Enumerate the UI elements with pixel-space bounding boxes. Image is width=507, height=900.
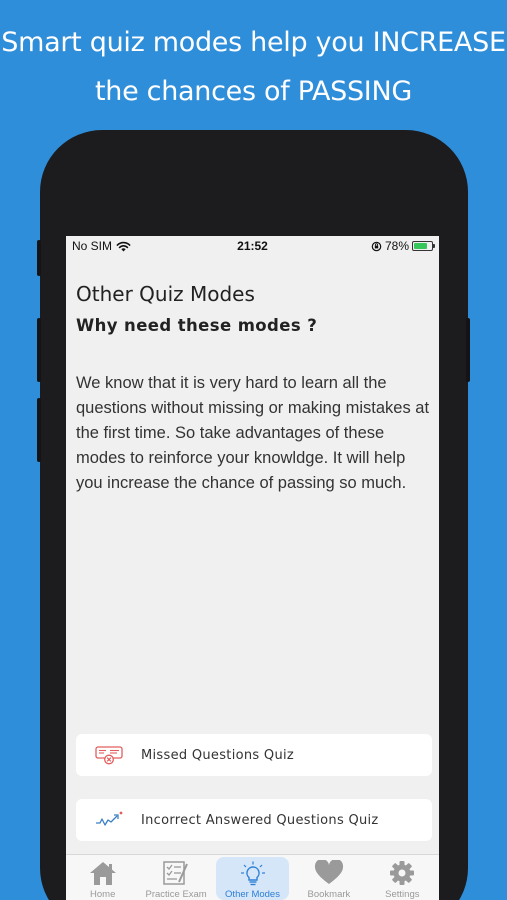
tab-other-modes[interactable]: Other Modes	[215, 857, 290, 900]
heart-icon	[314, 859, 344, 887]
exam-icon	[161, 859, 191, 887]
phone-volume-up-button	[37, 318, 41, 382]
headline-line-2: the chances of PASSING	[94, 76, 412, 107]
tab-home[interactable]: Home	[66, 855, 139, 900]
orientation-lock-icon	[371, 241, 382, 251]
tab-practice-exam[interactable]: Practice Exam	[139, 855, 212, 900]
bottom-tab-bar: Home Practice Exam Other Modes Bookmark …	[66, 854, 439, 900]
home-icon	[88, 859, 118, 887]
tab-settings-label: Settings	[385, 889, 420, 900]
gear-icon	[387, 859, 417, 887]
phone-mute-switch	[37, 240, 41, 276]
tab-other-modes-label: Other Modes	[225, 889, 280, 900]
battery-level-fill	[414, 243, 428, 249]
tab-practice-exam-label: Practice Exam	[145, 889, 207, 900]
tab-bookmark[interactable]: Bookmark	[292, 855, 365, 900]
app-screen: No SIM 21:52 78% Other Quiz Modes Why ne…	[66, 236, 439, 900]
page-description: We know that it is very hard to learn al…	[76, 374, 430, 492]
phone-volume-down-button	[37, 398, 41, 462]
tab-home-label: Home	[90, 889, 116, 900]
incorrect-answered-questions-quiz-label: Incorrect Answered Questions Quiz	[141, 812, 379, 828]
phone-power-button	[466, 318, 470, 382]
missed-questions-quiz-button[interactable]: Missed Questions Quiz	[76, 734, 432, 776]
battery-percent: 78%	[384, 239, 409, 253]
incorrect-answered-questions-quiz-button[interactable]: Incorrect Answered Questions Quiz	[76, 799, 432, 841]
tab-settings[interactable]: Settings	[366, 855, 439, 900]
tab-bookmark-label: Bookmark	[307, 889, 351, 900]
battery-icon	[412, 241, 435, 251]
lightbulb-icon	[238, 861, 268, 887]
page-subtitle: Why need these modes ?	[76, 316, 318, 335]
headline-line-1: Smart quiz modes help you INCREASE	[1, 27, 506, 58]
missed-questions-quiz-label: Missed Questions Quiz	[141, 747, 295, 763]
missed-questions-icon	[94, 743, 124, 767]
page-title: Other Quiz Modes	[76, 282, 255, 306]
status-bar: No SIM 21:52 78%	[66, 236, 439, 256]
trend-graph-icon	[94, 808, 124, 832]
promo-headline: Smart quiz modes help you INCREASE the c…	[0, 18, 507, 116]
